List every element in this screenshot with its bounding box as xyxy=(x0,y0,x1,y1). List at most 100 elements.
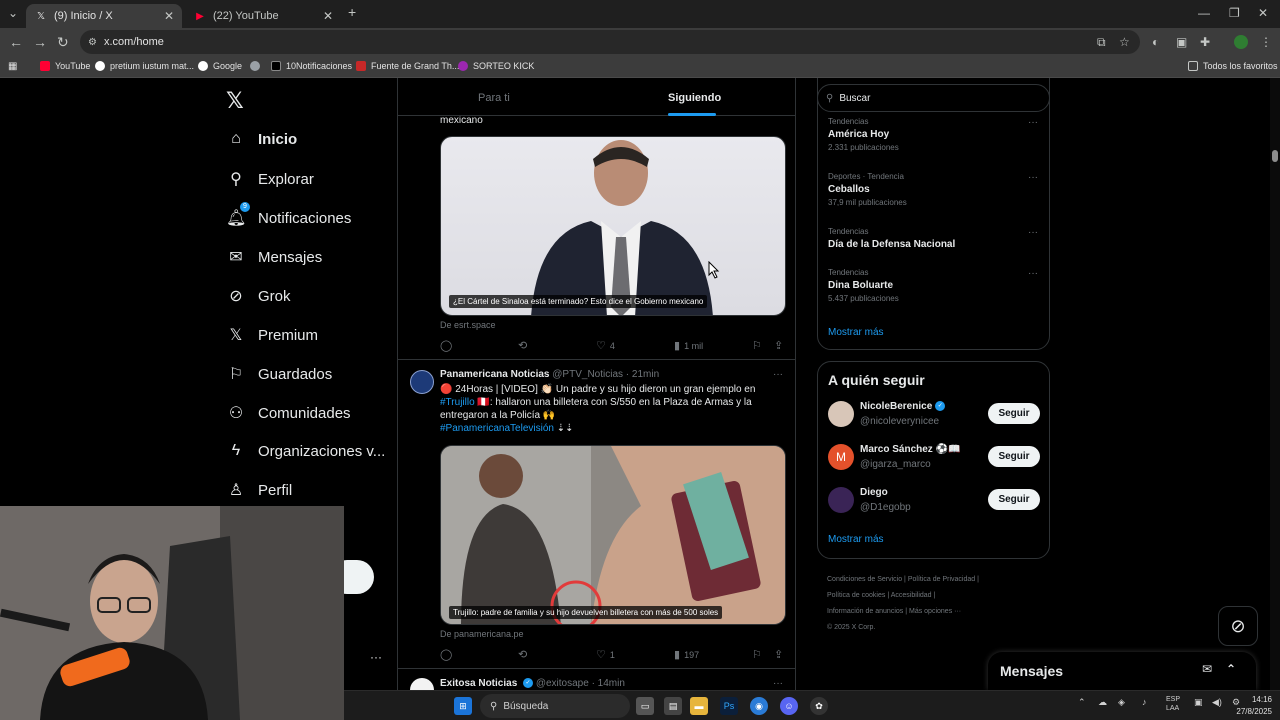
install-app-icon[interactable]: ⧉ xyxy=(1097,35,1106,50)
extensions-puzzle-icon[interactable]: ✚ xyxy=(1200,35,1210,49)
footer-link[interactable]: Condiciones de Servicio xyxy=(827,576,902,583)
avatar[interactable] xyxy=(828,487,854,513)
taskbar-clock[interactable]: 14:16 27/8/2025 xyxy=(1236,694,1272,718)
sidebar-item-organizaciones[interactable]: ϟ Organizaciones v... xyxy=(226,442,386,460)
follow-suggestion[interactable]: M Marco Sánchez ⚽📖 @igarza_marco Seguir xyxy=(828,442,1040,474)
photoshop-icon[interactable]: Ps xyxy=(720,697,738,715)
trend-item[interactable]: Tendencias Día de la Defensa Nacional ··… xyxy=(828,227,1038,250)
bookmark-pretium[interactable]: pretium iustum mat... xyxy=(95,61,194,71)
extension-icon[interactable]: ◐ xyxy=(1152,35,1159,49)
app-icon[interactable]: ✿ xyxy=(810,697,828,715)
show-more-follow-link[interactable]: Mostrar más xyxy=(828,534,884,545)
views-button[interactable]: ▮ 197 xyxy=(674,648,699,661)
author-handle[interactable]: @exitosape · 14min xyxy=(536,678,625,689)
author-name[interactable]: Exitosa Noticias xyxy=(440,678,517,689)
author-handle[interactable]: @PTV_Noticias · 21min xyxy=(552,369,659,380)
site-info-icon[interactable]: ⚙ xyxy=(88,37,97,48)
address-bar[interactable]: ⚙ x.com/home xyxy=(80,30,1140,54)
bookmark-icon[interactable]: ⚐ xyxy=(752,339,766,352)
tray-expand-icon[interactable]: ⌃ xyxy=(1078,697,1086,708)
reload-icon[interactable]: ↻ xyxy=(57,34,69,51)
task-view-icon[interactable]: ▭ xyxy=(636,697,654,715)
show-more-trends-link[interactable]: Mostrar más xyxy=(828,327,884,338)
more-icon[interactable]: ··· xyxy=(1028,117,1038,128)
new-message-icon[interactable]: ✉ xyxy=(1202,662,1212,676)
file-explorer-icon[interactable]: ▬ xyxy=(690,697,708,715)
more-icon[interactable]: ··· xyxy=(1028,268,1038,279)
share-icon[interactable]: ⇪ xyxy=(774,648,787,661)
avatar[interactable] xyxy=(410,370,434,394)
back-icon[interactable]: ← xyxy=(9,34,23,50)
bookmark-10notificaciones[interactable]: 10Notificaciones xyxy=(271,61,352,71)
onedrive-icon[interactable]: ☁ xyxy=(1098,697,1107,708)
start-windows-icon[interactable]: ⊞ xyxy=(454,697,472,715)
apps-grid-icon[interactable]: ▦ xyxy=(8,61,17,72)
footer-link[interactable]: Política de cookies xyxy=(827,592,885,599)
sidebar-item-grok[interactable]: ⊘ Grok xyxy=(226,286,290,306)
sidebar-item-inicio[interactable]: ⌂ Inicio xyxy=(226,130,297,148)
sidebar-item-guardados[interactable]: ⚐ Guardados xyxy=(226,364,332,384)
suggestion-name[interactable]: Diego xyxy=(860,487,888,498)
discord-icon[interactable]: ☺ xyxy=(780,697,798,715)
tab-x-home[interactable]: 𝕏 (9) Inicio / X ✕ xyxy=(26,4,182,28)
close-icon[interactable]: ✕ xyxy=(164,9,174,23)
new-tab-button[interactable]: + xyxy=(348,4,356,20)
messages-drawer[interactable]: Mensajes ✉ ⌃ xyxy=(988,652,1256,690)
trend-item[interactable]: Deportes · Tendencia Ceballos 37,9 mil p… xyxy=(828,172,1038,207)
follow-button[interactable]: Seguir xyxy=(988,489,1040,510)
window-close-icon[interactable]: ✕ xyxy=(1258,6,1268,20)
tab-search-icon[interactable]: ⌄ xyxy=(8,6,18,20)
app-icon[interactable]: ▤ xyxy=(664,697,682,715)
views-button[interactable]: ▮ 1 mil xyxy=(674,339,703,352)
bookmark-sorteo-kick[interactable]: SORTEO KICK xyxy=(458,61,534,71)
bookmark-icon[interactable]: ⚐ xyxy=(752,648,766,661)
tray-app-icon[interactable]: ◈ xyxy=(1118,697,1125,708)
extension-icon[interactable]: ▣ xyxy=(1176,35,1187,49)
forward-icon[interactable]: → xyxy=(33,34,47,50)
link-source[interactable]: De esrt.space xyxy=(440,320,496,330)
retweet-icon[interactable]: ⟲ xyxy=(518,648,531,661)
restore-icon[interactable]: ❐ xyxy=(1229,6,1240,20)
bookmark-google[interactable]: Google xyxy=(198,61,242,71)
suggestion-name[interactable]: Marco Sánchez ⚽📖 xyxy=(860,444,960,455)
scrollbar-thumb[interactable] xyxy=(1272,150,1278,162)
microphone-icon[interactable]: ♪ xyxy=(1142,697,1147,707)
search-input[interactable]: ⚲ Buscar xyxy=(817,84,1050,112)
follow-suggestion[interactable]: Diego @D1egobp Seguir xyxy=(828,485,1040,517)
tab-siguiendo[interactable]: Siguiendo xyxy=(668,92,721,104)
more-icon[interactable]: ··· xyxy=(1028,227,1038,238)
link-source[interactable]: De panamericana.pe xyxy=(440,629,524,639)
reply-icon[interactable]: ◯ xyxy=(440,648,456,661)
footer-link[interactable]: Información de anuncios xyxy=(827,608,903,615)
minimize-icon[interactable]: — xyxy=(1198,6,1210,20)
all-bookmarks[interactable]: Todos los favoritos xyxy=(1188,61,1278,71)
like-button[interactable]: ♡ 1 xyxy=(596,648,615,661)
bookmark-fuente-gta[interactable]: Fuente de Grand Th... xyxy=(356,61,459,71)
suggestion-name[interactable]: NicoleBerenice ✓ xyxy=(860,401,946,412)
grok-button[interactable]: ⊘ xyxy=(1218,606,1258,646)
footer-link[interactable]: Accesibilidad xyxy=(891,592,932,599)
share-icon[interactable]: ⇪ xyxy=(774,339,787,352)
trend-item[interactable]: Tendencias América Hoy 2.331 publicacion… xyxy=(828,117,1038,152)
sidebar-item-explorar[interactable]: ⚲ Explorar xyxy=(226,169,314,189)
follow-button[interactable]: Seguir xyxy=(988,446,1040,467)
menu-dots-icon[interactable]: ⋮ xyxy=(1260,35,1272,49)
retweet-icon[interactable]: ⟲ xyxy=(518,339,531,352)
volume-icon[interactable]: ◀) xyxy=(1212,697,1222,708)
like-button[interactable]: ♡ 4 xyxy=(596,339,615,352)
bookmark-globe[interactable] xyxy=(250,61,265,71)
follow-button[interactable]: Seguir xyxy=(988,403,1040,424)
taskbar-search[interactable]: ⚲ Búsqueda xyxy=(480,694,630,718)
close-icon[interactable]: ✕ xyxy=(323,9,333,23)
tab-youtube[interactable]: ▶ (22) YouTube ✕ xyxy=(185,4,341,28)
sidebar-item-mensajes[interactable]: ✉ Mensajes xyxy=(226,247,322,267)
display-icon[interactable]: ▣ xyxy=(1194,697,1203,708)
footer-link[interactable]: Política de Privacidad xyxy=(908,576,975,583)
avatar[interactable] xyxy=(828,401,854,427)
tweet-media-image[interactable]: ¿El Cártel de Sinaloa está terminado? Es… xyxy=(440,136,786,316)
account-more-icon[interactable]: ··· xyxy=(370,650,382,664)
sidebar-item-perfil[interactable]: ♙ Perfil xyxy=(226,480,292,500)
language-indicator[interactable]: ESP LAA xyxy=(1166,695,1180,713)
avatar[interactable] xyxy=(410,678,434,690)
author-name[interactable]: Panamericana Noticias xyxy=(440,369,550,380)
